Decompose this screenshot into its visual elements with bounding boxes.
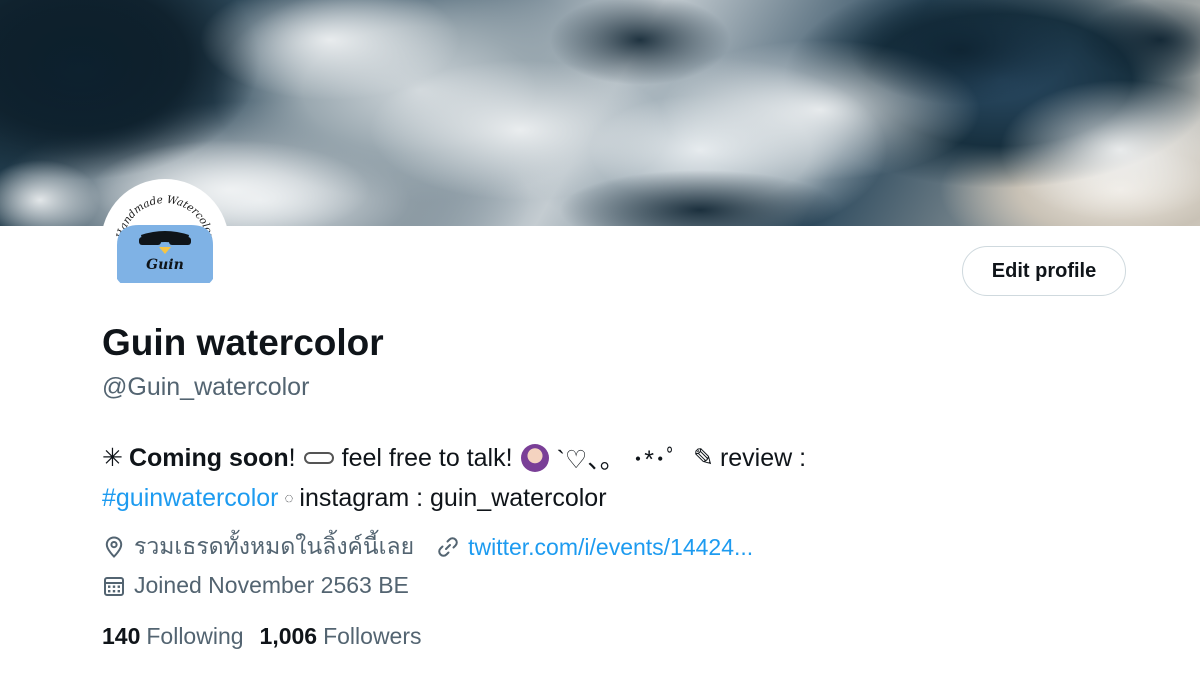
- followers-label: Followers: [323, 623, 422, 649]
- profile-stats: 140 Following 1,006 Followers: [102, 623, 438, 650]
- bio-line-2: #guinwatercolor ◌ instagram : guin_water…: [102, 484, 607, 513]
- bio-exclaim: !: [288, 443, 296, 472]
- pill-icon: [303, 452, 334, 464]
- link-icon: [436, 535, 460, 559]
- star-glyph: ✳: [102, 444, 123, 472]
- profile-joined-row: Joined November 2563 BE: [102, 572, 409, 599]
- profile-page: Handmade Watercolor Guin Edit profile Gu…: [0, 0, 1200, 688]
- profile-website-link[interactable]: twitter.com/i/events/14424...: [468, 534, 753, 561]
- avatar-name-text: Guin: [146, 257, 184, 273]
- following-count: 140: [102, 623, 141, 649]
- bio-coming-soon: Coming soon: [128, 443, 289, 472]
- woman-gesturing-emoji-icon: [520, 444, 549, 472]
- location-pin-icon: [102, 535, 126, 559]
- profile-joined-date: Joined November 2563 BE: [134, 572, 409, 598]
- profile-handle: @Guin_watercolor: [102, 373, 310, 401]
- edit-profile-button[interactable]: Edit profile: [962, 246, 1126, 296]
- display-name: Guin watercolor: [102, 322, 384, 363]
- profile-location: รวมเธรดทั้งหมดในลิ้งค์นี้เลย: [134, 533, 415, 559]
- followers-link[interactable]: 1,006 Followers: [260, 623, 422, 650]
- bio-talk: feel free to talk!: [341, 443, 513, 472]
- bio-review: review :: [719, 443, 807, 472]
- following-label: Following: [146, 623, 244, 649]
- guin-logo: Handmade Watercolor Guin: [105, 183, 225, 303]
- following-link[interactable]: 140 Following: [102, 623, 244, 650]
- profile-meta-row: รวมเธรดทั้งหมดในลิ้งค์นี้เลย twitter.com…: [102, 529, 753, 565]
- bio-instagram: instagram : guin_watercolor: [299, 484, 607, 512]
- pencil-glyph: ✎: [692, 444, 714, 472]
- hashtag-link[interactable]: #guinwatercolor: [102, 484, 279, 513]
- edit-profile-label: Edit profile: [991, 259, 1097, 282]
- calendar-icon: [102, 574, 126, 598]
- profile-avatar[interactable]: Handmade Watercolor Guin: [105, 183, 225, 303]
- followers-count: 1,006: [259, 623, 318, 649]
- bio-decor: `♡、。 ･*･ﾟ: [556, 446, 679, 474]
- bio-line-1: ✳ Coming soon ! feel free to talk! `♡、。 …: [102, 440, 806, 476]
- dot-glyph: ◌: [284, 490, 294, 507]
